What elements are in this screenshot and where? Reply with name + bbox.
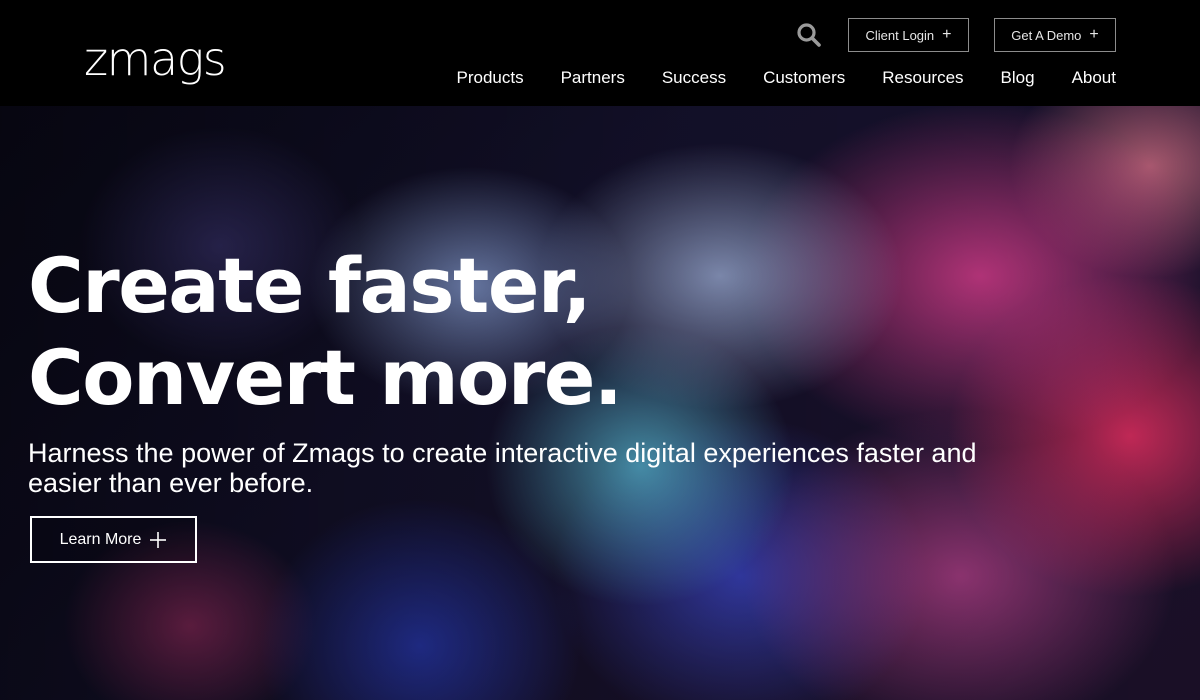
nav-resources[interactable]: Resources: [882, 68, 963, 88]
headline-line-1: Create faster,: [28, 241, 592, 330]
plus-icon: +: [942, 26, 952, 43]
nav-blog[interactable]: Blog: [1001, 68, 1035, 88]
hero-banner: Create faster, Convert more. Harness the…: [0, 106, 1200, 700]
nav-partners[interactable]: Partners: [561, 68, 625, 88]
hero-headline: Create faster, Convert more.: [28, 240, 623, 424]
plus-icon: [150, 531, 167, 548]
nav-success[interactable]: Success: [662, 68, 726, 88]
learn-more-button[interactable]: Learn More: [30, 516, 197, 563]
client-login-label: Client Login: [865, 27, 935, 43]
learn-more-label: Learn More: [59, 530, 142, 548]
search-icon[interactable]: [796, 22, 822, 48]
client-login-button[interactable]: Client Login +: [848, 18, 969, 52]
zmags-logo[interactable]: zmags: [84, 36, 227, 82]
main-nav: Products Partners Success Customers Reso…: [456, 66, 1116, 90]
get-demo-label: Get A Demo: [1011, 27, 1082, 43]
get-demo-button[interactable]: Get A Demo +: [994, 18, 1116, 52]
nav-products[interactable]: Products: [456, 68, 523, 88]
nav-about[interactable]: About: [1072, 68, 1116, 88]
headline-line-2: Convert more.: [28, 333, 623, 422]
site-header: zmags Client Login + Get A Demo + Produc…: [0, 0, 1200, 106]
nav-customers[interactable]: Customers: [763, 68, 845, 88]
hero-subtext: Harness the power of Zmags to create int…: [28, 438, 977, 498]
plus-icon: +: [1089, 26, 1099, 43]
